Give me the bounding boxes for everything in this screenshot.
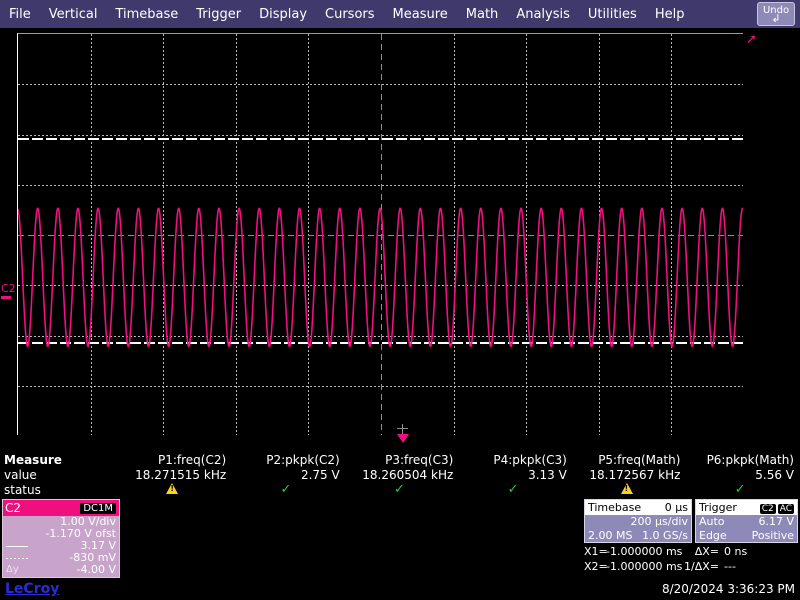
lecroy-logo[interactable]: LeCroy bbox=[5, 581, 59, 597]
trigger-type: Edge bbox=[699, 529, 727, 543]
menu-item-timebase[interactable]: Timebase bbox=[106, 8, 187, 21]
measure-status-label: status bbox=[0, 482, 119, 497]
measure-title: Measure bbox=[0, 452, 119, 467]
timebase-scale-row: 200 µs/div bbox=[585, 515, 691, 529]
timebase-header: Timebase 0 µs bbox=[585, 500, 691, 515]
measure-value-p1: 18.271515 kHz bbox=[119, 467, 233, 482]
measure-value-p6: 5.56 V bbox=[686, 467, 800, 482]
menu-item-cursors[interactable]: Cursors bbox=[316, 8, 384, 21]
timebase-delay: 0 µs bbox=[665, 501, 688, 514]
menu-item-math[interactable]: Math bbox=[457, 8, 508, 21]
trigger-title: Trigger bbox=[699, 501, 737, 514]
channel-delta-row: Δy -4.00 V bbox=[3, 564, 119, 576]
menu-item-analysis[interactable]: Analysis bbox=[507, 8, 579, 21]
trigger-source-badge[interactable]: C2 bbox=[760, 504, 776, 514]
measure-header-p5[interactable]: P5:freq(Math) bbox=[573, 452, 687, 467]
channel-marker-tick bbox=[1, 296, 11, 299]
measure-status-p1 bbox=[119, 482, 233, 497]
timebase-scale: 200 µs/div bbox=[631, 515, 688, 529]
timebase-sample-rate: 1.0 GS/s bbox=[642, 529, 688, 543]
cursor2-line-icon bbox=[6, 558, 28, 559]
measure-header-p1[interactable]: P1:freq(C2) bbox=[119, 452, 233, 467]
measure-status-p5 bbox=[573, 482, 687, 497]
check-icon: ✓ bbox=[394, 482, 405, 497]
footer-bar: LeCroy 8/20/2024 3:36:23 PM bbox=[0, 580, 800, 600]
timebase-memory: 2.00 MS bbox=[588, 529, 632, 543]
trigger-position-marker-icon[interactable] bbox=[397, 434, 409, 443]
trigger-mode-row: Auto 6.17 V bbox=[696, 515, 797, 529]
timebase-sample-row: 2.00 MS 1.0 GS/s bbox=[585, 529, 691, 543]
measure-header-p4[interactable]: P4:pkpk(C3) bbox=[459, 452, 573, 467]
measure-status-p3: ✓ bbox=[346, 482, 460, 497]
trigger-slope: Positive bbox=[752, 529, 794, 543]
menu-bar: File Vertical Timebase Trigger Display C… bbox=[0, 0, 800, 28]
cursor-readout: X1= -1.000000 ms ΔX= 0 ns X2= -1.000000 … bbox=[584, 544, 800, 574]
timebase-title: Timebase bbox=[588, 501, 641, 514]
trigger-descriptor[interactable]: Trigger C2AC Auto 6.17 V Edge Positive bbox=[695, 499, 798, 543]
check-icon: ✓ bbox=[280, 482, 291, 497]
measure-header-p6[interactable]: P6:pkpk(Math) bbox=[686, 452, 800, 467]
menu-item-display[interactable]: Display bbox=[250, 8, 316, 21]
measure-value-p5: 18.172567 kHz bbox=[573, 467, 687, 482]
channel-marker-c2[interactable]: C2 bbox=[1, 283, 16, 299]
measure-status-row: status ✓ ✓ ✓ ✓ bbox=[0, 482, 800, 497]
trigger-level: 6.17 V bbox=[758, 515, 794, 529]
waveform-path bbox=[18, 208, 743, 346]
measure-header-row: Measure P1:freq(C2) P2:pkpk(C2) P3:freq(… bbox=[0, 452, 800, 467]
measure-table: Measure P1:freq(C2) P2:pkpk(C2) P3:freq(… bbox=[0, 452, 800, 498]
channel-descriptor-name: C2 bbox=[5, 502, 21, 514]
menu-item-help[interactable]: Help bbox=[646, 8, 694, 21]
channel-marker-label: C2 bbox=[1, 283, 16, 294]
trigger-type-row: Edge Positive bbox=[696, 529, 797, 543]
menu-item-vertical[interactable]: Vertical bbox=[40, 8, 107, 21]
channel-descriptor-header: C2 DC1M bbox=[3, 500, 119, 516]
trigger-level-arrow-icon[interactable]: ➚ bbox=[746, 33, 757, 46]
cursor-x1-value: -1.000000 ms bbox=[606, 544, 684, 559]
trigger-mode: Auto bbox=[699, 515, 725, 529]
warning-icon bbox=[166, 483, 178, 494]
waveform-trace-c2 bbox=[18, 34, 743, 435]
cursor-invdx-label: 1/ΔX= bbox=[684, 559, 724, 574]
cursor-x2-row: X2= -1.000000 ms 1/ΔX= --- bbox=[584, 559, 800, 574]
measure-value-row: value 18.271515 kHz 2.75 V 18.260504 kHz… bbox=[0, 467, 800, 482]
measure-value-p2: 2.75 V bbox=[232, 467, 346, 482]
check-icon: ✓ bbox=[508, 482, 519, 497]
trigger-coupling-badge[interactable]: AC bbox=[778, 504, 794, 514]
cursor-invdx-value: --- bbox=[724, 559, 784, 574]
measure-status-p2: ✓ bbox=[232, 482, 346, 497]
measure-value-p3: 18.260504 kHz bbox=[346, 467, 460, 482]
cursor-dx-value: 0 ns bbox=[724, 544, 784, 559]
menu-item-measure[interactable]: Measure bbox=[384, 8, 457, 21]
measure-value-label: value bbox=[0, 467, 119, 482]
menu-item-utilities[interactable]: Utilities bbox=[579, 8, 646, 21]
channel-coupling-badge[interactable]: DC1M bbox=[79, 502, 117, 515]
cursor-x1-label: X1= bbox=[584, 544, 606, 559]
measure-header-p3[interactable]: P3:freq(C3) bbox=[346, 452, 460, 467]
waveform-grid[interactable] bbox=[17, 33, 743, 435]
trigger-header: Trigger C2AC bbox=[696, 500, 797, 515]
cursor-x2-label: X2= bbox=[584, 559, 606, 574]
oscilloscope-app: File Vertical Timebase Trigger Display C… bbox=[0, 0, 800, 600]
cursor-x1-row: X1= -1.000000 ms ΔX= 0 ns bbox=[584, 544, 800, 559]
trigger-position-tick-icon bbox=[402, 424, 403, 434]
measure-header-p2[interactable]: P2:pkpk(C2) bbox=[232, 452, 346, 467]
cursor1-line-icon bbox=[6, 546, 28, 547]
channel-delta-value: -4.00 V bbox=[77, 564, 116, 576]
cursor-x2-value: -1.000000 ms bbox=[606, 559, 684, 574]
trigger-badges: C2AC bbox=[758, 501, 794, 514]
measure-value-p4: 3.13 V bbox=[459, 467, 573, 482]
datetime-readout: 8/20/2024 3:36:23 PM bbox=[662, 582, 795, 596]
channel-delta-label: Δy bbox=[6, 564, 19, 576]
measure-status-p6: ✓ bbox=[686, 482, 800, 497]
menu-item-trigger[interactable]: Trigger bbox=[187, 8, 250, 21]
undo-arrow-icon: ↲ bbox=[771, 15, 780, 23]
warning-icon bbox=[621, 483, 633, 494]
measure-status-p4: ✓ bbox=[459, 482, 573, 497]
channel-descriptor-c2[interactable]: C2 DC1M 1.00 V/div -1.170 V ofst 3.17 V … bbox=[2, 499, 120, 578]
timebase-descriptor[interactable]: Timebase 0 µs 200 µs/div 2.00 MS 1.0 GS/… bbox=[584, 499, 692, 543]
undo-button[interactable]: Undo ↲ bbox=[757, 2, 795, 26]
menu-item-file[interactable]: File bbox=[0, 8, 40, 21]
cursor-dx-label: ΔX= bbox=[684, 544, 724, 559]
check-icon: ✓ bbox=[735, 482, 746, 497]
